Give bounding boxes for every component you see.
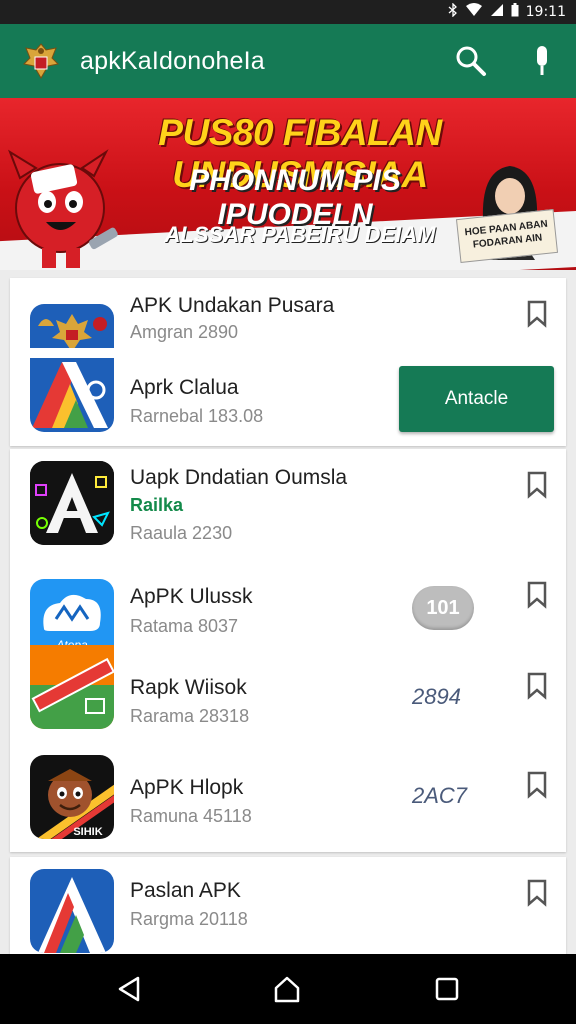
app-value: 2894 (412, 684, 461, 709)
app-name[interactable]: Paslan APK (130, 879, 241, 903)
app-name[interactable]: APK Undakan Pusara (130, 294, 334, 318)
banner-caption: ALSSAR PABEIRU DEIAM (164, 222, 436, 247)
app-icon-clalua[interactable] (30, 348, 114, 432)
bookmark-icon[interactable] (526, 581, 548, 609)
signal-icon (490, 3, 504, 20)
app-subtitle: Raaula 2230 (130, 523, 233, 543)
bookmark-icon[interactable] (526, 300, 548, 328)
status-icons: 19:11 (448, 2, 566, 20)
app-card: Uapk Dndatian Oumsla Railka Raaula 2230 … (10, 449, 566, 852)
rating-badge: 101 (412, 586, 474, 630)
mic-icon[interactable] (528, 44, 556, 78)
app-icon-wiisok[interactable] (30, 645, 114, 729)
app-subtitle: Ramuna 45118 (130, 806, 252, 826)
promo-banner[interactable]: PUS80 FIBALAN UNDUSMISIAA PHONNUM PIS IP… (0, 98, 576, 270)
app-subtitle: Amgran 2890 (130, 322, 239, 342)
status-time: 19:11 (525, 3, 566, 20)
app-name[interactable]: ApPK Hlopk (130, 776, 243, 800)
recents-icon[interactable] (432, 974, 462, 1004)
navigation-bar (0, 954, 576, 1024)
battery-icon (511, 3, 519, 20)
app-value: 2AC7 (412, 783, 468, 808)
svg-text:SIHIK: SIHIK (73, 826, 102, 838)
app-developer: Railka (130, 495, 184, 515)
status-bar: 19:11 (0, 0, 576, 24)
bookmark-icon[interactable] (526, 471, 548, 499)
app-name[interactable]: Aprk Clalua (130, 376, 239, 400)
bluetooth-icon (448, 2, 458, 20)
emblem-icon (20, 40, 62, 82)
app-subtitle: Rargma 20118 (130, 909, 248, 929)
app-icon-hlopk[interactable]: SIHIK (30, 755, 114, 839)
app-name[interactable]: Rapk Wiisok (130, 676, 247, 700)
bookmark-icon[interactable] (526, 672, 548, 700)
app-name[interactable]: ApPK Ulussk (130, 585, 253, 609)
app-subtitle: Ratama 8037 (130, 616, 239, 636)
app-icon-dndatian[interactable] (30, 461, 114, 545)
wifi-icon (465, 3, 483, 20)
home-icon[interactable] (272, 974, 302, 1004)
app-subtitle: Rarnebal 183.08 (130, 406, 264, 426)
back-icon[interactable] (114, 974, 144, 1004)
app-subtitle: Rarama 28318 (130, 706, 250, 726)
app-name[interactable]: Uapk Dndatian Oumsla (130, 466, 347, 490)
app-card: Paslan APK Rargma 20118 (10, 857, 566, 957)
app-title: apkKaIdonoheIa (80, 47, 265, 75)
install-button[interactable]: Antacle (399, 366, 554, 432)
app-bar: apkKaIdonoheIa (0, 24, 576, 98)
app-card: APK Undakan Pusara Amgran 2890 Aprk Clal… (10, 278, 566, 446)
bookmark-icon[interactable] (526, 879, 548, 907)
app-icon-paslan[interactable] (30, 869, 114, 953)
bookmark-icon[interactable] (526, 771, 548, 799)
search-icon[interactable] (454, 44, 488, 78)
